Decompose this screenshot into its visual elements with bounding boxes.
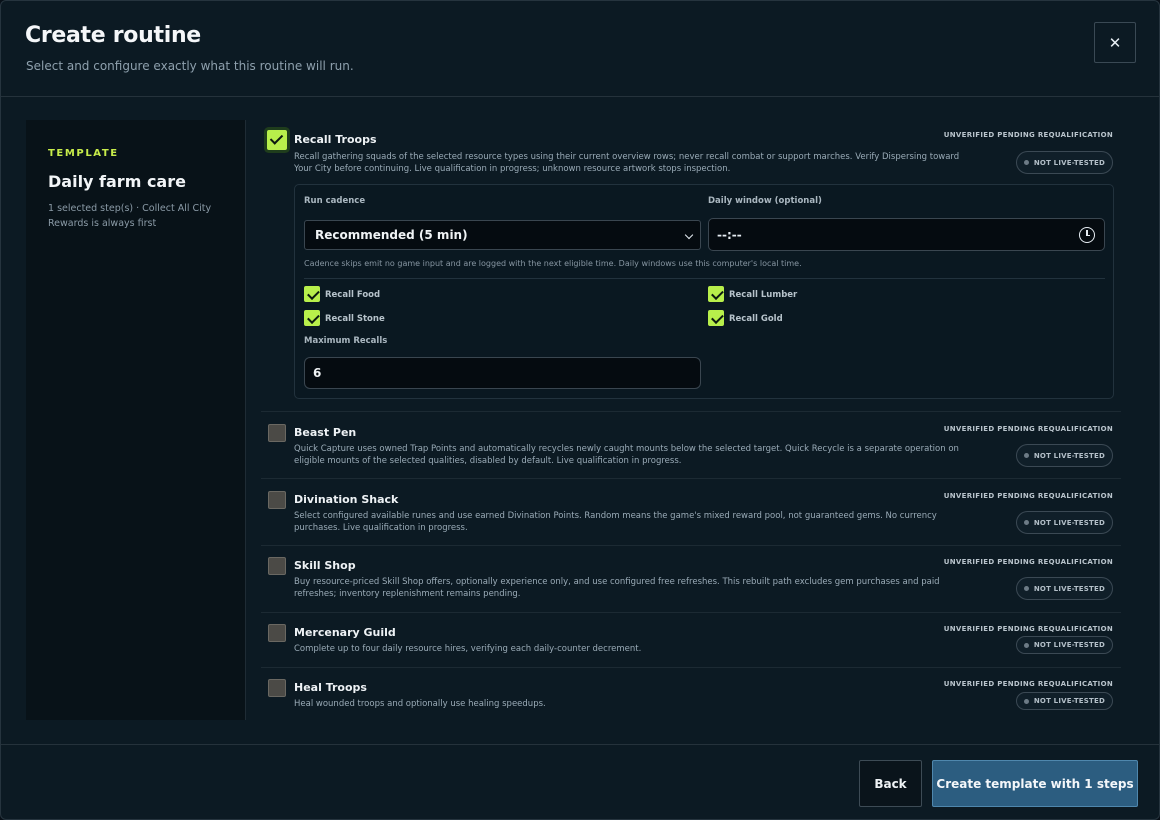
template-sidebar: TEMPLATE Daily farm care 1 selected step…: [26, 120, 246, 720]
step-divination-shack-checkbox[interactable]: [268, 491, 286, 509]
step-description: Buy resource-priced Skill Shop offers, o…: [294, 577, 940, 599]
step-heal-troops: Heal Troops Heal wounded troops and opti…: [261, 668, 1121, 725]
step-skill-shop: Skill Shop Buy resource-priced Skill Sho…: [261, 546, 1121, 613]
recall-config-panel: Run cadence Daily window (optional) Reco…: [294, 184, 1114, 399]
badge-text: NOT LIVE-TESTED: [1033, 158, 1105, 167]
status-label: UNVERIFIED PENDING REQUALIFICATION: [943, 131, 1113, 139]
window-value: --:--: [717, 227, 742, 242]
create-routine-modal: Create routine Select and configure exac…: [0, 0, 1160, 820]
option-label: Recall Food: [325, 290, 381, 300]
status-dot-icon: [1023, 453, 1029, 458]
cadence-value: Recommended (5 min): [315, 228, 468, 242]
badge-text: NOT LIVE-TESTED: [1033, 451, 1105, 460]
option-label: Recall Gold: [729, 314, 783, 324]
cadence-select[interactable]: Recommended (5 min): [304, 220, 701, 250]
step-name: Mercenary Guild: [294, 626, 396, 639]
step-name: Divination Shack: [294, 493, 399, 506]
back-button[interactable]: Back: [859, 760, 922, 807]
status-dot-icon: [1023, 642, 1029, 648]
max-recalls-label: Maximum Recalls: [304, 336, 388, 346]
badge-text: NOT LIVE-TESTED: [1033, 641, 1105, 649]
step-description: Complete up to four daily resource hires…: [294, 644, 642, 654]
status-badge: NOT LIVE-TESTED: [1015, 692, 1113, 710]
modal-subtitle: Select and configure exactly what this r…: [26, 59, 354, 73]
recall-lumber-checkbox[interactable]: [708, 286, 724, 302]
step-name: Beast Pen: [294, 426, 357, 439]
step-name: Skill Shop: [294, 559, 356, 572]
status-badge: NOT LIVE-TESTED: [1015, 577, 1113, 600]
status-dot-icon: [1023, 698, 1029, 704]
recall-gold-checkbox[interactable]: [708, 310, 724, 326]
step-description: Heal wounded troops and optionally use h…: [294, 699, 546, 709]
status-badge: NOT LIVE-TESTED: [1015, 151, 1113, 174]
status-dot-icon: [1023, 586, 1029, 591]
recall-food-checkbox[interactable]: [304, 286, 320, 302]
step-name: Heal Troops: [294, 681, 367, 694]
divider: [304, 278, 1105, 279]
modal-title: Create routine: [25, 23, 201, 48]
status-label: UNVERIFIED PENDING REQUALIFICATION: [943, 558, 1113, 566]
modal-footer: Back Create template with 1 steps: [1, 744, 1159, 819]
template-label: TEMPLATE: [48, 148, 119, 159]
step-recall-troops: Recall Troops Recall gathering squads of…: [261, 120, 1121, 412]
max-recalls-input[interactable]: 6: [304, 357, 701, 389]
step-description: Quick Capture uses owned Trap Points and…: [294, 444, 959, 466]
status-dot-icon: [1023, 160, 1029, 165]
window-label: Daily window (optional): [708, 196, 822, 206]
status-dot-icon: [1023, 520, 1029, 525]
step-list: Recall Troops Recall gathering squads of…: [261, 120, 1121, 725]
step-skill-shop-checkbox[interactable]: [268, 557, 286, 575]
status-badge: NOT LIVE-TESTED: [1015, 444, 1113, 467]
step-beast-pen-checkbox[interactable]: [268, 424, 286, 442]
daily-window-input[interactable]: --:--: [708, 218, 1105, 251]
template-note: 1 selected step(s) · Collect All City Re…: [48, 203, 212, 229]
step-name: Recall Troops: [294, 133, 377, 146]
recall-stone-checkbox[interactable]: [304, 310, 320, 326]
step-mercenary-guild: Mercenary Guild Complete up to four dail…: [261, 613, 1121, 668]
close-icon[interactable]: ✕: [1109, 34, 1122, 52]
step-heal-troops-checkbox[interactable]: [268, 679, 286, 697]
modal-header: Create routine Select and configure exac…: [1, 1, 1159, 97]
chevron-down-icon: [684, 230, 694, 240]
step-divination-shack: Divination Shack Select configured avail…: [261, 479, 1121, 546]
clock-icon[interactable]: [1079, 227, 1095, 243]
step-description: Recall gathering squads of the selected …: [294, 152, 960, 174]
badge-text: NOT LIVE-TESTED: [1033, 518, 1105, 527]
max-recalls-value: 6: [313, 366, 322, 380]
create-template-button[interactable]: Create template with 1 steps: [932, 760, 1138, 807]
step-mercenary-guild-checkbox[interactable]: [268, 624, 286, 642]
step-description: Select configured available runes and us…: [294, 511, 937, 533]
option-label: Recall Stone: [325, 314, 385, 324]
step-recall-troops-checkbox[interactable]: [267, 130, 287, 150]
status-badge: NOT LIVE-TESTED: [1015, 636, 1113, 654]
cadence-hint: Cadence skips emit no game input and are…: [304, 259, 802, 268]
status-label: UNVERIFIED PENDING REQUALIFICATION: [943, 680, 1113, 688]
status-label: UNVERIFIED PENDING REQUALIFICATION: [943, 492, 1113, 500]
status-label: UNVERIFIED PENDING REQUALIFICATION: [943, 425, 1113, 433]
badge-text: NOT LIVE-TESTED: [1033, 697, 1105, 705]
status-label: UNVERIFIED PENDING REQUALIFICATION: [943, 625, 1113, 633]
option-label: Recall Lumber: [729, 290, 798, 300]
step-beast-pen: Beast Pen Quick Capture uses owned Trap …: [261, 412, 1121, 479]
status-badge: NOT LIVE-TESTED: [1015, 511, 1113, 534]
close-button[interactable]: ✕: [1094, 22, 1136, 63]
badge-text: NOT LIVE-TESTED: [1033, 584, 1105, 593]
cadence-label: Run cadence: [304, 196, 366, 206]
template-name: Daily farm care: [48, 172, 186, 191]
